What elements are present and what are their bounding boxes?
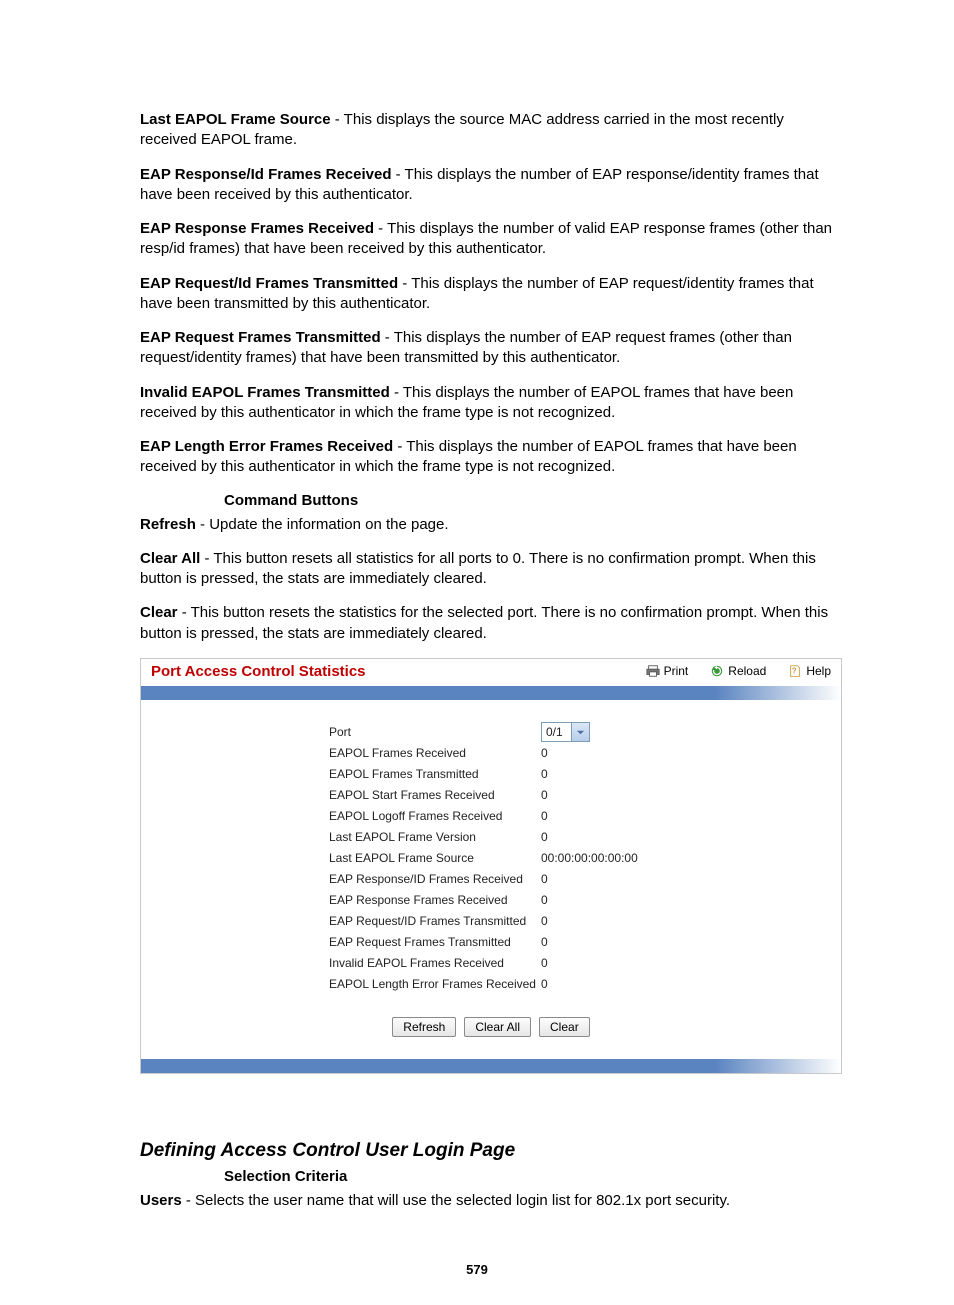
stat-value: 0 — [541, 872, 548, 886]
clear-button[interactable]: Clear — [539, 1017, 590, 1037]
stat-row: Invalid EAPOL Frames Received0 — [329, 953, 831, 974]
reload-action[interactable]: Reload — [710, 664, 766, 678]
definition-term: EAP Response Frames Received — [140, 220, 374, 237]
stat-label: Invalid EAPOL Frames Received — [329, 956, 541, 970]
command-term: Clear — [140, 604, 178, 621]
command-term: Refresh — [140, 516, 196, 533]
help-action[interactable]: ? Help — [788, 664, 831, 678]
stat-label: EAPOL Frames Received — [329, 746, 541, 760]
stat-row: EAPOL Start Frames Received0 — [329, 785, 831, 806]
users-term: Users — [140, 1192, 182, 1209]
stat-value: 0 — [541, 935, 548, 949]
clear-all-button[interactable]: Clear All — [464, 1017, 531, 1037]
stat-label: EAPOL Length Error Frames Received — [329, 977, 541, 991]
stat-value: 0 — [541, 893, 548, 907]
stat-row: EAPOL Frames Transmitted0 — [329, 764, 831, 785]
definition-term: EAP Request Frames Transmitted — [140, 329, 381, 346]
stat-label: EAP Response/ID Frames Received — [329, 872, 541, 886]
stat-row: EAPOL Frames Received0 — [329, 743, 831, 764]
definition-term: EAP Request/Id Frames Transmitted — [140, 275, 398, 292]
stat-value: 0 — [541, 977, 548, 991]
port-select[interactable]: 0/1 — [541, 722, 590, 742]
port-select-value: 0/1 — [542, 725, 571, 739]
port-label: Port — [329, 725, 541, 739]
stat-row: EAP Request/ID Frames Transmitted0 — [329, 911, 831, 932]
stat-value: 0 — [541, 746, 548, 760]
stat-label: EAP Response Frames Received — [329, 893, 541, 907]
stat-value: 0 — [541, 809, 548, 823]
selection-criteria-heading: Selection Criteria — [224, 1168, 844, 1185]
stat-row: EAP Request Frames Transmitted0 — [329, 932, 831, 953]
stat-label: EAP Request Frames Transmitted — [329, 935, 541, 949]
command-text: - Update the information on the page. — [196, 516, 449, 533]
definition-paragraph: EAP Request/Id Frames Transmitted - This… — [140, 274, 844, 315]
stat-row: EAP Response Frames Received0 — [329, 890, 831, 911]
stat-label: Last EAPOL Frame Source — [329, 851, 541, 865]
chevron-down-icon — [571, 723, 589, 741]
stat-label: EAPOL Frames Transmitted — [329, 767, 541, 781]
command-paragraph: Clear All - This button resets all stati… — [140, 549, 844, 590]
users-text: - Selects the user name that will use th… — [182, 1192, 730, 1209]
stat-value: 00:00:00:00:00:00 — [541, 851, 638, 865]
stat-value: 0 — [541, 830, 548, 844]
definition-term: Invalid EAPOL Frames Transmitted — [140, 384, 390, 401]
panel-title: Port Access Control Statistics — [151, 663, 366, 680]
print-icon — [646, 664, 660, 678]
stat-label: Last EAPOL Frame Version — [329, 830, 541, 844]
print-label: Print — [664, 664, 689, 678]
stat-row: EAP Response/ID Frames Received0 — [329, 869, 831, 890]
command-text: - This button resets the statistics for … — [140, 604, 828, 641]
definition-paragraph: EAP Request Frames Transmitted - This di… — [140, 328, 844, 369]
definition-term: EAP Length Error Frames Received — [140, 438, 393, 455]
print-action[interactable]: Print — [646, 664, 689, 678]
svg-text:?: ? — [792, 667, 797, 676]
definition-term: EAP Response/Id Frames Received — [140, 166, 392, 183]
definition-term: Last EAPOL Frame Source — [140, 111, 331, 128]
command-paragraph: Refresh - Update the information on the … — [140, 515, 844, 535]
port-row: Port 0/1 — [329, 722, 831, 743]
stat-row: EAPOL Length Error Frames Received0 — [329, 974, 831, 995]
help-icon: ? — [788, 664, 802, 678]
definition-paragraph: Last EAPOL Frame Source - This displays … — [140, 110, 844, 151]
definition-paragraph: Invalid EAPOL Frames Transmitted - This … — [140, 383, 844, 424]
stat-value: 0 — [541, 956, 548, 970]
definition-paragraph: EAP Response/Id Frames Received - This d… — [140, 165, 844, 206]
refresh-button[interactable]: Refresh — [392, 1017, 456, 1037]
command-buttons-heading: Command Buttons — [224, 492, 844, 509]
panel-actions: Print Reload ? Help — [646, 664, 831, 678]
definition-paragraph: EAP Response Frames Received - This disp… — [140, 219, 844, 260]
users-definition: Users - Selects the user name that will … — [140, 1191, 844, 1211]
page-number: 579 — [0, 1262, 954, 1277]
reload-label: Reload — [728, 664, 766, 678]
stat-label: EAPOL Start Frames Received — [329, 788, 541, 802]
stat-label: EAPOL Logoff Frames Received — [329, 809, 541, 823]
reload-icon — [710, 664, 724, 678]
section-title: Defining Access Control User Login Page — [140, 1140, 844, 1162]
panel-top-bar — [141, 686, 841, 700]
stat-row: EAPOL Logoff Frames Received0 — [329, 806, 831, 827]
stat-row: Last EAPOL Frame Source00:00:00:00:00:00 — [329, 848, 831, 869]
command-paragraph: Clear - This button resets the statistic… — [140, 603, 844, 644]
stat-value: 0 — [541, 788, 548, 802]
command-term: Clear All — [140, 550, 200, 567]
help-label: Help — [806, 664, 831, 678]
stat-value: 0 — [541, 914, 548, 928]
panel-bottom-bar — [141, 1059, 841, 1073]
definition-paragraph: EAP Length Error Frames Received - This … — [140, 437, 844, 478]
command-text: - This button resets all statistics for … — [140, 550, 816, 587]
stat-row: Last EAPOL Frame Version0 — [329, 827, 831, 848]
panel-header: Port Access Control Statistics Print Rel… — [141, 659, 841, 686]
stat-label: EAP Request/ID Frames Transmitted — [329, 914, 541, 928]
stat-value: 0 — [541, 767, 548, 781]
statistics-panel: Port Access Control Statistics Print Rel… — [140, 658, 842, 1074]
